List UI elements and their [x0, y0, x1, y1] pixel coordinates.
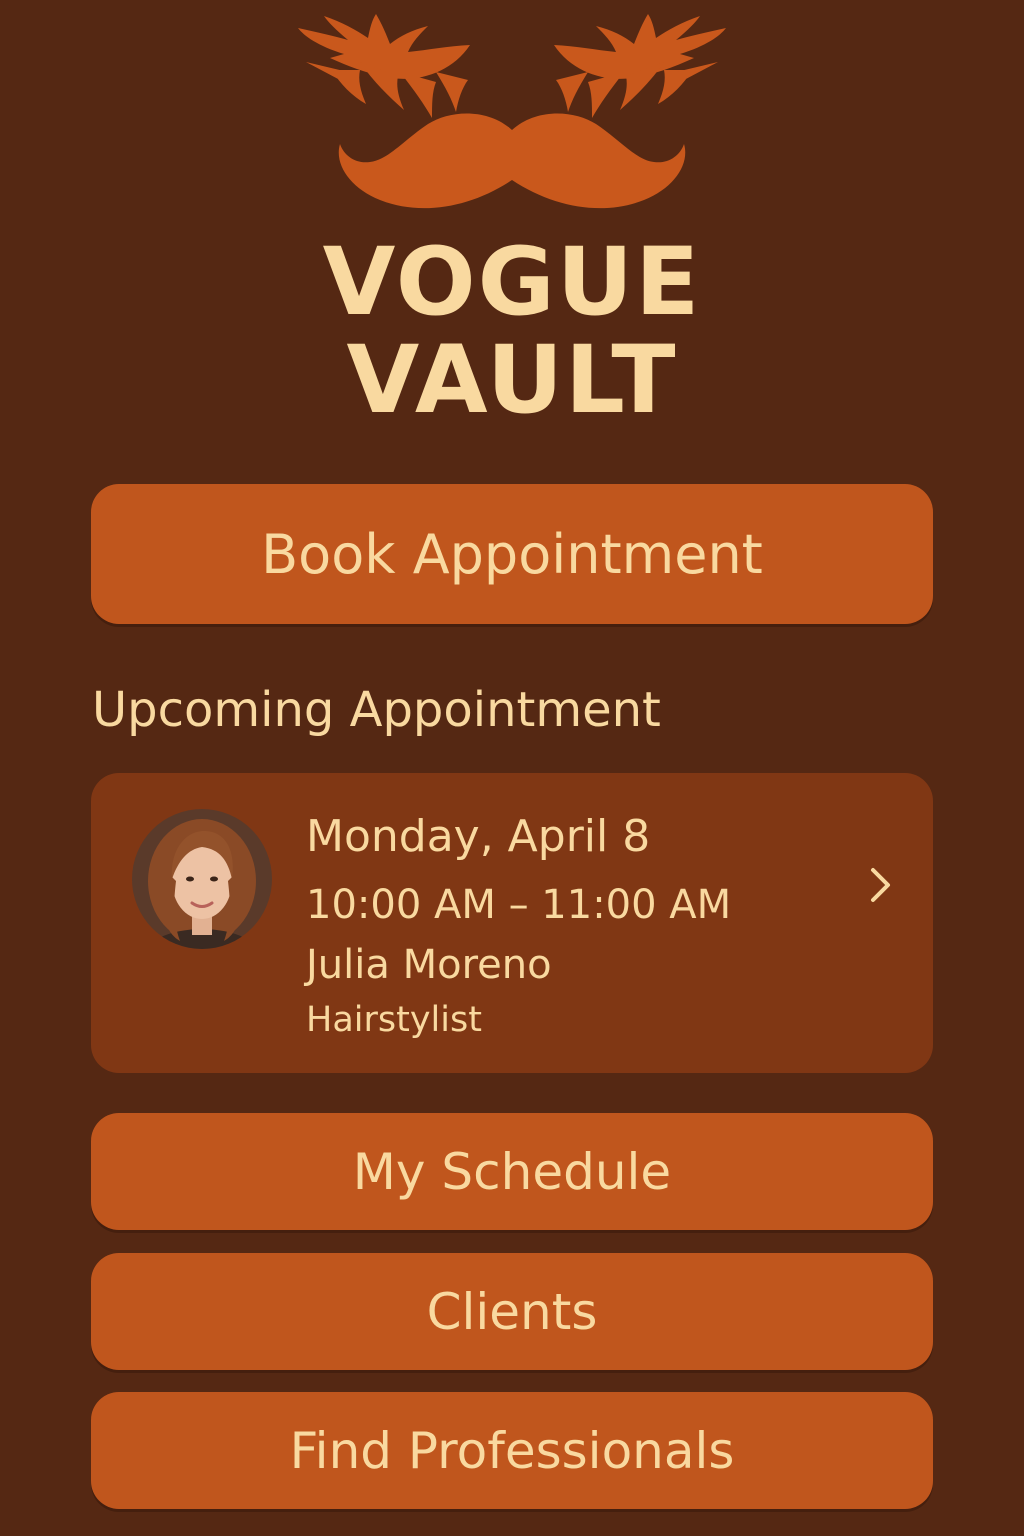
lashes-mustache-logo — [298, 14, 726, 209]
upcoming-appointment-card[interactable]: Monday, April 8 10:00 AM – 11:00 AM Juli… — [91, 773, 933, 1073]
book-appointment-button[interactable]: Book Appointment — [91, 484, 933, 624]
upcoming-appointment-heading: Upcoming Appointment — [92, 682, 661, 738]
stylist-role: Hairstylist — [306, 1000, 482, 1040]
appointment-date: Monday, April 8 — [306, 811, 651, 862]
find-professionals-button[interactable]: Find Professionals — [91, 1392, 933, 1509]
brand-title-line2: VAULT — [346, 326, 678, 435]
brand-title-line1: VOGUE — [322, 228, 702, 337]
chevron-right-icon[interactable] — [861, 865, 901, 905]
mustache-icon — [338, 113, 686, 209]
appointment-time: 10:00 AM – 11:00 AM — [306, 882, 732, 928]
clients-button[interactable]: Clients — [91, 1253, 933, 1370]
stylist-name: Julia Moreno — [306, 942, 552, 988]
stylist-avatar — [132, 809, 272, 949]
my-schedule-button[interactable]: My Schedule — [91, 1113, 933, 1230]
